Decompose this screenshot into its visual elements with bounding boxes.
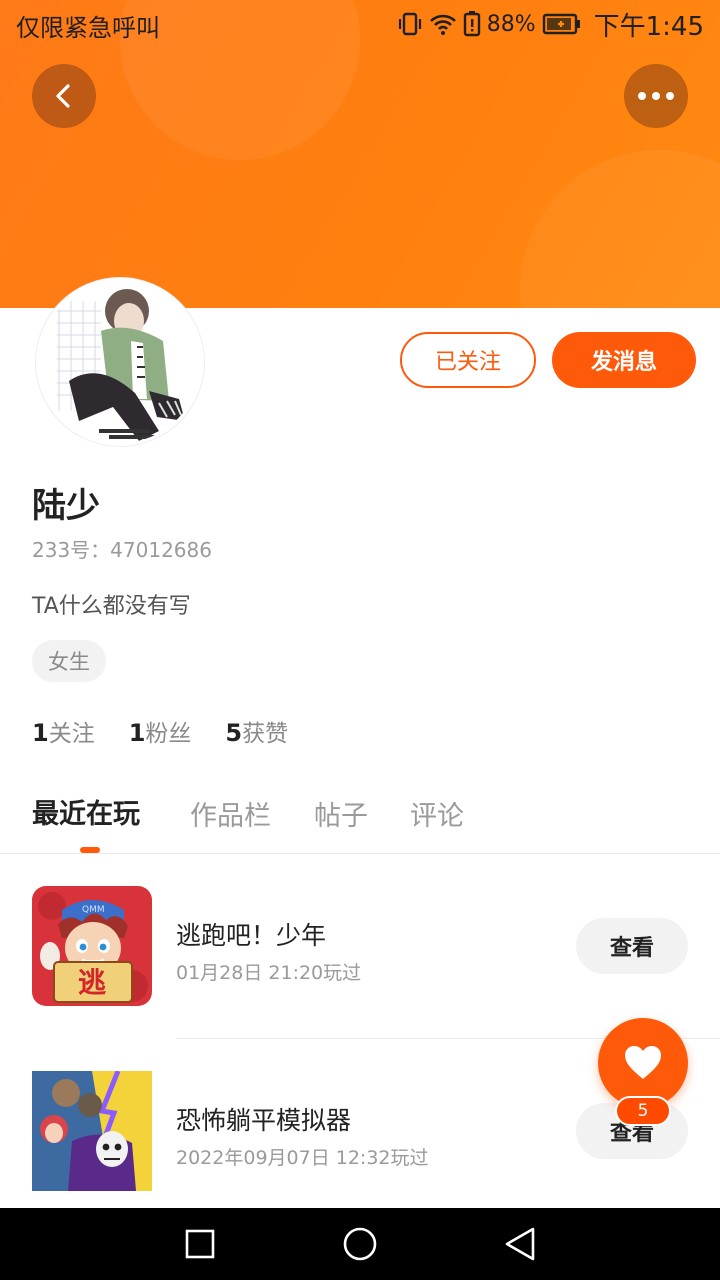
- battery-charging-icon: [542, 12, 582, 36]
- game-icon: [32, 1071, 152, 1191]
- more-dots-icon: [638, 92, 674, 100]
- avatar[interactable]: [36, 278, 204, 446]
- like-count-badge: 5: [615, 1096, 671, 1126]
- recent-apps-icon: [185, 1229, 215, 1259]
- profile-tabs: 最近在玩 作品栏 帖子 评论: [0, 786, 720, 854]
- battery-percent: 88%: [486, 11, 536, 37]
- status-icons: 88% 下午1:45: [397, 6, 704, 42]
- game-icon: QMM 逃: [32, 886, 152, 1006]
- followed-button[interactable]: 已关注: [400, 332, 536, 388]
- tab-works[interactable]: 作品栏: [190, 794, 271, 833]
- home-button[interactable]: [342, 1226, 378, 1262]
- game-name: 恐怖躺平模拟器: [176, 1106, 352, 1135]
- status-bar: 仅限紧急呼叫 88% 下午1:45: [0, 0, 720, 50]
- profile-stats: 1关注 1粉丝 5获赞: [32, 714, 288, 748]
- chevron-left-icon: [56, 84, 70, 108]
- tab-comments[interactable]: 评论: [410, 794, 464, 833]
- vibrate-icon: [397, 12, 423, 36]
- carrier-text: 仅限紧急呼叫: [16, 14, 160, 42]
- list-item[interactable]: QMM 逃 逃跑吧！少年 01月28日 21:20玩过 查看: [0, 878, 720, 1018]
- view-button[interactable]: 查看: [576, 918, 688, 974]
- recent-apps-button[interactable]: [182, 1226, 218, 1262]
- stat-following[interactable]: 1关注: [32, 714, 95, 748]
- send-message-button[interactable]: 发消息: [552, 332, 696, 388]
- active-tab-indicator: [80, 847, 100, 853]
- last-played-time: 01月28日 21:20玩过: [176, 962, 362, 984]
- clock: 下午1:45: [593, 11, 704, 42]
- header-decoration: [520, 150, 720, 308]
- profile-header: 仅限紧急呼叫 88% 下午1:45: [0, 0, 720, 308]
- stat-fans[interactable]: 1粉丝: [129, 714, 192, 748]
- username: 陆少: [32, 486, 100, 526]
- last-played-time: 2022年09月07日 12:32玩过: [176, 1147, 429, 1169]
- wifi-icon: [429, 12, 457, 36]
- gender-tag: 女生: [32, 640, 106, 682]
- back-triangle-icon: [505, 1227, 535, 1261]
- system-nav-bar: [0, 1208, 720, 1280]
- user-id: 233号：47012686: [32, 538, 212, 562]
- game-name: 逃跑吧！少年: [176, 921, 327, 950]
- icon-badge-text: QMM: [82, 905, 105, 915]
- tab-posts[interactable]: 帖子: [314, 794, 368, 833]
- heart-icon: [625, 1046, 661, 1079]
- icon-title-text: 逃: [78, 966, 106, 999]
- stat-likes[interactable]: 5获赞: [225, 714, 288, 748]
- more-button[interactable]: [624, 64, 688, 128]
- home-icon: [343, 1227, 377, 1261]
- profile-screen: 仅限紧急呼叫 88% 下午1:45 已关注 发消息 陆少 233号：470126…: [0, 0, 720, 1280]
- back-nav-button[interactable]: [502, 1226, 538, 1262]
- back-button[interactable]: [32, 64, 96, 128]
- battery-alert-icon: [463, 11, 481, 37]
- tab-recently-played[interactable]: 最近在玩: [32, 792, 140, 831]
- like-button[interactable]: [598, 1018, 688, 1108]
- avatar-image: [39, 281, 201, 443]
- bio: TA什么都没有写: [32, 594, 191, 619]
